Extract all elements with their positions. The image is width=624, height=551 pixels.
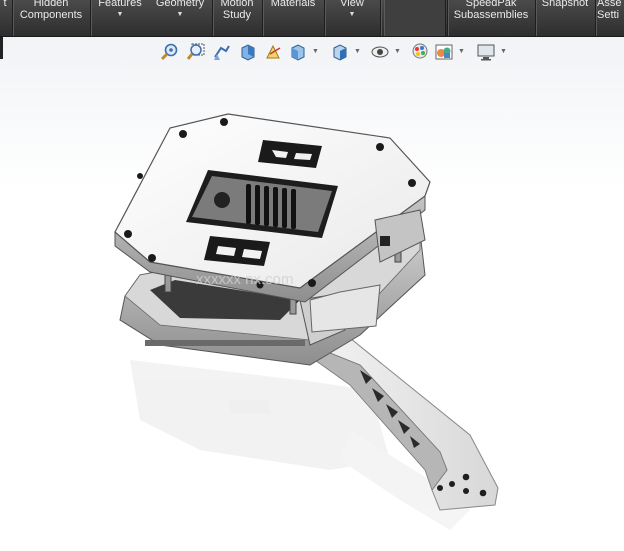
features-label: Features <box>98 0 142 9</box>
assembly-settings-label: Asse Setti <box>597 0 622 21</box>
watermark-text: xxxxxx nx.com <box>196 271 294 288</box>
chevron-down-icon: ▼ <box>116 11 124 18</box>
materials-label: Materials <box>270 0 316 9</box>
motion-study-button[interactable]: Motion Study <box>214 0 260 36</box>
chevron-down-icon: ▼ <box>348 11 356 18</box>
chevron-down-icon: ▼ <box>176 11 184 18</box>
view-label: View <box>340 0 364 9</box>
materials-button[interactable]: Materials <box>264 0 322 36</box>
assembly-settings-button[interactable]: Asse Setti <box>597 0 624 36</box>
geometry-label: Geometry <box>155 0 205 9</box>
motion-study-label: Motion Study <box>220 0 254 21</box>
blank-ribbon-button[interactable] <box>384 0 446 36</box>
reference-features-button[interactable]: Features ▼ <box>92 0 148 36</box>
speedpak-label: SpeedPak Subassemblies <box>453 0 529 21</box>
view-button[interactable]: View ▼ <box>326 0 378 36</box>
snapshot-button[interactable]: Snapshot <box>537 0 593 36</box>
model-render[interactable]: xxxxxx nx.com <box>0 37 624 551</box>
speedpak-button[interactable]: SpeedPak Subassemblies <box>449 0 533 36</box>
ribbon-partial-button[interactable]: t <box>0 0 10 36</box>
hide-components-button[interactable]: Hidden Components <box>14 0 88 36</box>
geometry-button[interactable]: Geometry ▼ <box>150 0 210 36</box>
command-manager-ribbon: t Hidden Components Features ▼ Geometry … <box>0 0 624 37</box>
hidden-components-label: Hidden Components <box>19 0 83 21</box>
snapshot-label: Snapshot <box>541 0 589 9</box>
